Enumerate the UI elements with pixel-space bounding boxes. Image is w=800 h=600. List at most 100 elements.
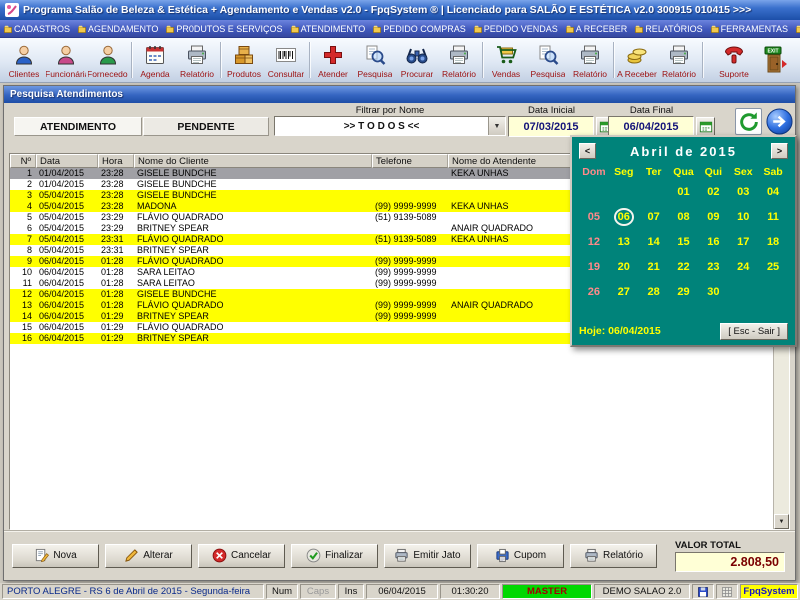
toolbar-button-a-receber[interactable]: A Receber (616, 39, 658, 81)
pesquisa-window-title-bar[interactable]: Pesquisa Atendimentos (4, 86, 795, 103)
calendar-day-number: 11 (767, 210, 779, 223)
column-header-hora[interactable]: Hora (98, 154, 134, 168)
calendar-day[interactable]: 02 (698, 179, 728, 204)
toolbar-button-agenda[interactable]: Agenda (134, 39, 176, 81)
calendar-icon (143, 42, 167, 69)
toolbar-button-pesquisa[interactable]: Pesquisa (354, 39, 396, 81)
time-cell: 01:29 (101, 311, 124, 321)
calendar-day[interactable]: 30 (698, 279, 728, 304)
calendar-day[interactable]: 19 (579, 254, 609, 279)
calendar-day[interactable]: 12 (579, 229, 609, 254)
products-icon (232, 42, 256, 69)
chevron-down-icon[interactable]: ▼ (488, 117, 505, 135)
footer-button-alterar[interactable]: Alterar (105, 543, 192, 568)
calendar-next-button[interactable]: > (771, 143, 788, 159)
calendar-day[interactable]: 09 (698, 204, 728, 229)
date-end-input[interactable]: 06/04/2015 (608, 116, 694, 137)
toolbar-button-label: Funcionária (45, 68, 87, 79)
calendar-day[interactable]: 05 (579, 204, 609, 229)
column-header-telefone[interactable]: Telefone (372, 154, 448, 168)
calendar-day[interactable]: 24 (728, 254, 758, 279)
toolbar-button-consultar[interactable]: Consultar (265, 39, 307, 81)
refresh-button[interactable] (735, 108, 762, 135)
calendar-day[interactable]: 20 (609, 254, 639, 279)
go-button[interactable] (766, 108, 793, 135)
calendar-day[interactable]: 22 (669, 254, 699, 279)
calendar-exit-button[interactable]: [ Esc - Sair ] (720, 322, 788, 340)
tab-pendente[interactable]: PENDENTE (143, 117, 269, 136)
footer-button-relatorio[interactable]: Relatório (570, 543, 657, 568)
calendar-day[interactable]: 21 (639, 254, 669, 279)
calendar-day[interactable]: 18 (758, 229, 788, 254)
calendar-day[interactable]: 26 (579, 279, 609, 304)
footer-button-cupom[interactable]: Cupom (477, 543, 564, 568)
title-bar[interactable]: Programa Salão de Beleza & Estética + Ag… (0, 0, 800, 20)
calendar-day-number: 23 (707, 260, 720, 273)
date-end-calendar-button[interactable] (696, 117, 715, 136)
calendar-day[interactable]: 25 (758, 254, 788, 279)
toolbar-button-funcionaria[interactable]: Funcionária (45, 39, 87, 81)
filter-name-select[interactable]: >> T O D O S << ▼ (274, 116, 506, 136)
tab-atendimento[interactable]: ATENDIMENTO (14, 117, 142, 136)
calendar-prev-button[interactable]: < (579, 143, 596, 159)
calendar-day[interactable]: 23 (698, 254, 728, 279)
date-cell: 05/04/2015 (39, 245, 85, 255)
footer-button-finalizar[interactable]: Finalizar (291, 543, 378, 568)
toolbar-button-relatorio[interactable]: Relatório (438, 39, 480, 81)
calendar-day[interactable]: 06 (609, 204, 639, 229)
toolbar-button-clientes[interactable]: Clientes (3, 39, 45, 81)
calendar-day[interactable]: 27 (609, 279, 639, 304)
calendar-day-number: 18 (766, 235, 780, 248)
calendar-day[interactable]: 08 (669, 204, 699, 229)
calendar-day[interactable]: 07 (639, 204, 669, 229)
toolbar-button-atender[interactable]: Atender (312, 39, 354, 81)
menu-item-pr0dutos-e-servicos[interactable]: PR0DUTOS E SERVIÇOS (162, 20, 286, 37)
calendar-day[interactable]: 10 (728, 204, 758, 229)
toolbar-button-exit-icon[interactable]: EXIT (755, 39, 797, 81)
calendar-day-number: 10 (737, 210, 750, 223)
menu-item-pedido-compras[interactable]: PEDIDO COMPRAS (369, 20, 470, 37)
date-start-input[interactable]: 07/03/2015 (508, 116, 594, 137)
report-icon (667, 42, 691, 69)
date-cell: 06/04/2015 (39, 267, 85, 277)
toolbar-button-relatorio[interactable]: Relatório (569, 39, 611, 81)
toolbar-button-produtos[interactable]: Produtos (223, 39, 265, 81)
menu-item-agendamento[interactable]: AGENDAMENTO (74, 20, 162, 37)
footer-button-nova[interactable]: Nova (12, 543, 99, 568)
menu-item-ajuda[interactable]: AJUDA (792, 20, 800, 37)
menu-item-a-receber[interactable]: A RECEBER (562, 20, 632, 37)
calendar-day[interactable]: 11 (758, 204, 788, 229)
column-header-n[interactable]: Nº (10, 154, 36, 168)
menu-item-pedido-vendas[interactable]: PEDIDO VENDAS (470, 20, 562, 37)
calendar-day[interactable]: 03 (728, 179, 758, 204)
column-header-nome-do-cliente[interactable]: Nome do Cliente (134, 154, 372, 168)
toolbar-button-relatorio[interactable]: Relatório (176, 39, 218, 81)
calendar-day[interactable]: 13 (609, 229, 639, 254)
row-number-cell: 2 (26, 179, 32, 189)
calendar-day[interactable]: 15 (669, 229, 699, 254)
menu-item-cadastros[interactable]: CADASTROS (0, 20, 74, 37)
menu-item-atendimento[interactable]: ATENDIMENTO (287, 20, 370, 37)
calendar-day[interactable]: 16 (698, 229, 728, 254)
column-header-data[interactable]: Data (36, 154, 98, 168)
toolbar-button-pesquisa[interactable]: Pesquisa (527, 39, 569, 81)
toolbar-group: Agenda Relatório (134, 39, 218, 81)
toolbar-separator (131, 42, 132, 78)
menu-item-relatorios[interactable]: RELATÓRIOS (631, 20, 706, 37)
toolbar-button-relatorio[interactable]: Relatório (658, 39, 700, 81)
footer-button-cancelar[interactable]: Cancelar (198, 543, 285, 568)
toolbar-button-vendas[interactable]: Vendas (485, 39, 527, 81)
scroll-down-button[interactable]: ▼ (774, 514, 789, 529)
calendar-day[interactable]: 14 (639, 229, 669, 254)
calendar-day[interactable]: 17 (728, 229, 758, 254)
calendar-day[interactable]: 04 (758, 179, 788, 204)
calendar-day[interactable]: 01 (669, 179, 699, 204)
menu-item-ferramentas[interactable]: FERRAMENTAS (707, 20, 792, 37)
toolbar-button-suporte[interactable]: Suporte (713, 39, 755, 81)
footer-button-emitir-jato[interactable]: Emitir Jato (384, 543, 471, 568)
toolbar-button-fornecedor[interactable]: Fornecedor (87, 39, 129, 81)
calendar-day[interactable]: 29 (669, 279, 699, 304)
toolbar-separator (220, 42, 221, 78)
toolbar-button-procurar[interactable]: Procurar (396, 39, 438, 81)
calendar-day[interactable]: 28 (639, 279, 669, 304)
